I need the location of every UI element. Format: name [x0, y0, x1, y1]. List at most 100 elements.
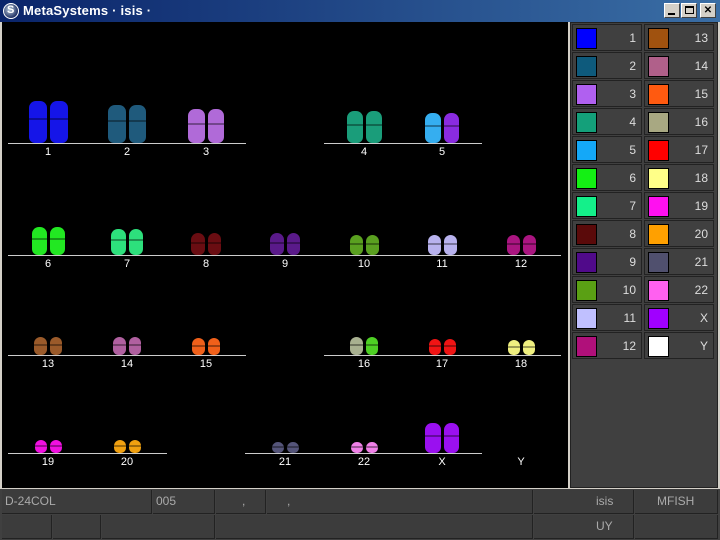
legend-item-12[interactable]: 12	[572, 332, 642, 359]
chromosome-12-b[interactable]	[522, 235, 536, 255]
chromosome-3-b[interactable]	[207, 109, 224, 143]
legend-item-15[interactable]: 15	[644, 80, 714, 107]
chromosome-1-a[interactable]	[28, 101, 47, 143]
chromosome-slot-5[interactable]: 5	[402, 108, 482, 158]
chromosome-slot-3[interactable]: 3	[166, 108, 246, 158]
chromosome-slot-Y[interactable]: Y	[481, 418, 561, 468]
chromosome-10-a[interactable]	[349, 235, 363, 255]
chromosome-slot-16[interactable]: 16	[324, 320, 404, 370]
chromosome-6-b[interactable]	[49, 227, 65, 255]
chromosome-20-b[interactable]	[128, 440, 141, 453]
chromosome-13-a[interactable]	[34, 337, 47, 355]
chromosome-5-b[interactable]	[443, 113, 459, 143]
chromosome-slot-15[interactable]: 15	[166, 320, 246, 370]
legend-item-7[interactable]: 7	[572, 192, 642, 219]
legend-item-11[interactable]: 11	[572, 304, 642, 331]
legend-item-9[interactable]: 9	[572, 248, 642, 275]
chromosome-13-b[interactable]	[49, 337, 62, 355]
chromosome-2-a[interactable]	[108, 105, 126, 143]
chromosome-4-a[interactable]	[346, 111, 363, 143]
title-bar[interactable]: S MetaSystems · isis · ✕	[0, 0, 720, 22]
chromosome-10-b[interactable]	[365, 235, 379, 255]
chromosome-7-a[interactable]	[111, 229, 126, 255]
legend-item-17[interactable]: 17	[644, 136, 714, 163]
chromosome-slot-1[interactable]: 1	[8, 101, 88, 158]
chromosome-slot-18[interactable]: 18	[481, 320, 561, 370]
legend-item-X[interactable]: X	[644, 304, 714, 331]
chromosome-slot-X[interactable]: X	[402, 418, 482, 468]
legend-item-19[interactable]: 19	[644, 192, 714, 219]
app-logo-icon[interactable]: S	[3, 3, 19, 19]
chromosome-slot-17[interactable]: 17	[402, 320, 482, 370]
chromosome-16-a[interactable]	[350, 337, 363, 355]
legend-item-14[interactable]: 14	[644, 52, 714, 79]
legend-item-6[interactable]: 6	[572, 164, 642, 191]
chromosome-slot-2[interactable]: 2	[87, 105, 167, 158]
chromosome-slot-13[interactable]: 13	[8, 320, 88, 370]
chromosome-15-b[interactable]	[207, 338, 220, 355]
chromosome-slot-10[interactable]: 10	[324, 220, 404, 270]
legend-item-5[interactable]: 5	[572, 136, 642, 163]
chromosome-8-a[interactable]	[191, 233, 205, 255]
chromosome-8-b[interactable]	[207, 233, 221, 255]
chromosome-11-b[interactable]	[443, 235, 457, 255]
chromosome-2-b[interactable]	[128, 105, 146, 143]
legend-item-10[interactable]: 10	[572, 276, 642, 303]
chromosome-3-a[interactable]	[188, 109, 205, 143]
legend-item-13[interactable]: 13	[644, 24, 714, 51]
chromosome-19-a[interactable]	[34, 440, 47, 453]
chromosome-X-a[interactable]	[425, 423, 441, 453]
chromosome-slot-11[interactable]: 11	[402, 220, 482, 270]
chromosome-slot-empty-3-2[interactable]	[166, 418, 246, 468]
legend-item-8[interactable]: 8	[572, 220, 642, 247]
legend-item-16[interactable]: 16	[644, 108, 714, 135]
legend-item-3[interactable]: 3	[572, 80, 642, 107]
chromosome-9-a[interactable]	[270, 233, 284, 255]
chromosome-22-b[interactable]	[365, 442, 378, 453]
chromosome-21-a[interactable]	[271, 442, 284, 453]
chromosome-X-b[interactable]	[443, 423, 459, 453]
chromosome-20-a[interactable]	[113, 440, 126, 453]
chromosome-4-b[interactable]	[365, 111, 382, 143]
chromosome-6-a[interactable]	[31, 227, 47, 255]
chromosome-1-b[interactable]	[49, 101, 68, 143]
chromosome-slot-21[interactable]: 21	[245, 418, 325, 468]
chromosome-slot-12[interactable]: 12	[481, 220, 561, 270]
legend-item-20[interactable]: 20	[644, 220, 714, 247]
chromosome-5-a[interactable]	[425, 113, 441, 143]
chromosome-14-b[interactable]	[128, 337, 141, 355]
legend-item-21[interactable]: 21	[644, 248, 714, 275]
chromosome-slot-22[interactable]: 22	[324, 418, 404, 468]
close-button[interactable]: ✕	[700, 3, 716, 18]
chromosome-17-a[interactable]	[428, 339, 441, 355]
chromosome-slot-empty-0-3[interactable]	[245, 108, 325, 158]
chromosome-12-a[interactable]	[506, 235, 520, 255]
legend-item-Y[interactable]: Y	[644, 332, 714, 359]
chromosome-slot-empty-2-3[interactable]	[245, 320, 325, 370]
legend-item-22[interactable]: 22	[644, 276, 714, 303]
chromosome-slot-6[interactable]: 6	[8, 220, 88, 270]
chromosome-7-b[interactable]	[128, 229, 143, 255]
chromosome-18-b[interactable]	[522, 340, 535, 355]
chromosome-16-b[interactable]	[365, 337, 378, 355]
chromosome-11-a[interactable]	[427, 235, 441, 255]
maximize-button[interactable]	[681, 3, 697, 18]
chromosome-slot-20[interactable]: 20	[87, 418, 167, 468]
minimize-button[interactable]	[664, 3, 680, 18]
chromosome-19-b[interactable]	[49, 440, 62, 453]
chromosome-21-b[interactable]	[286, 442, 299, 453]
karyogram-view[interactable]: 1 2 3 4 5 6 7 8 9 10 11 12 13 14 15 16 17 18 19 20 21 22 X Y	[2, 22, 568, 488]
chromosome-slot-8[interactable]: 8	[166, 220, 246, 270]
chromosome-18-a[interactable]	[507, 340, 520, 355]
chromosome-slot-7[interactable]: 7	[87, 220, 167, 270]
legend-item-18[interactable]: 18	[644, 164, 714, 191]
chromosome-9-b[interactable]	[286, 233, 300, 255]
chromosome-slot-9[interactable]: 9	[245, 220, 325, 270]
legend-item-1[interactable]: 1	[572, 24, 642, 51]
chromosome-slot-4[interactable]: 4	[324, 108, 404, 158]
chromosome-15-a[interactable]	[192, 338, 205, 355]
chromosome-17-b[interactable]	[443, 339, 456, 355]
chromosome-14-a[interactable]	[113, 337, 126, 355]
chromosome-slot-14[interactable]: 14	[87, 320, 167, 370]
chromosome-slot-19[interactable]: 19	[8, 418, 88, 468]
